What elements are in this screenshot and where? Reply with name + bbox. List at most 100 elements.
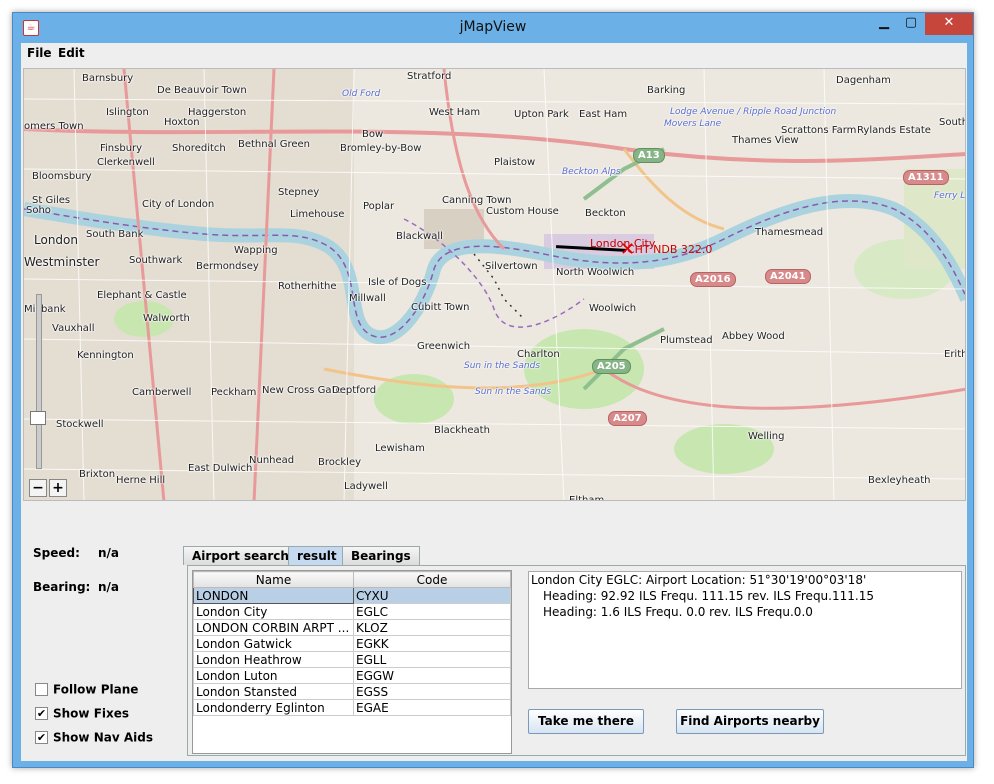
menu-file[interactable]: File [27,46,52,60]
map-place-label: Beckton [585,208,626,219]
show-nav-aids-checkbox[interactable]: ✔ [35,731,48,744]
map-place-label: Shoreditch [172,143,226,154]
map-place-label: Blackheath [434,425,490,436]
table-row[interactable]: London Luton EGGW [193,667,511,684]
map-place-label: Bermondsey [196,261,259,272]
airport-name-cell[interactable]: LONDON CORBIN ARPT ... [193,619,354,636]
map-place-label: Islington [106,107,149,118]
tab-bearings[interactable]: Bearings [342,546,420,565]
detail-location-line: London City EGLC: Airport Location: 51°3… [531,573,867,587]
map-place-label: Peckham [211,387,257,398]
menu-edit[interactable]: Edit [58,46,85,60]
map-place-label: Deptford [332,385,377,396]
map-place-label: Plumstead [660,335,713,346]
map-place-label: Bow [362,129,384,140]
detail-heading-line: Heading: 92.92 ILS Frequ. 111.15 rev. IL… [543,589,874,603]
airport-code-cell[interactable]: EGKK [353,635,511,652]
bearing-value: n/a [98,580,120,594]
map-place-label: Ladywell [344,481,388,492]
table-row[interactable]: LONDON CORBIN ARPT ... KLOZ [193,619,511,636]
take-me-there-button[interactable]: Take me there [528,709,644,734]
map-place-label: Clerkenwell [97,157,155,168]
map-place-label: Upton Park [514,109,569,120]
app-window: ☕ jMapView ▁ ▢ ✕ File Edit Barnsbury De … [12,12,974,768]
map-place-label: Erith [944,349,966,360]
map-place-label: Vauxhall [52,323,95,334]
airport-code-cell[interactable]: EGSS [353,683,511,700]
close-button[interactable]: ✕ [925,13,973,35]
follow-plane-checkbox[interactable] [35,683,48,696]
airport-code-cell[interactable]: EGLC [353,603,511,620]
airport-code-cell[interactable]: CYXU [353,587,511,604]
airport-marker-icon[interactable]: ✕ [620,241,635,259]
ndb-label: CHT NDB 322.0 [627,243,713,256]
airport-name-cell[interactable]: London Luton [193,667,354,684]
airport-code-cell[interactable]: KLOZ [353,619,511,636]
airport-name-cell[interactable]: London Gatwick [193,635,354,652]
map-place-label: Brockley [318,457,362,468]
column-header-name[interactable]: Name [193,571,354,588]
table-row[interactable]: LONDON CYXU [193,587,511,604]
map-place-label: Sun in the Sands [475,387,552,397]
road-number-shield: A1311 [903,170,949,185]
minimize-button[interactable]: ▁ [870,13,898,35]
map-place-label: Greenwich [417,341,471,352]
airport-table[interactable]: Name Code LONDON CYXU London City EGLC LONDO… [192,570,512,754]
show-fixes-checkbox[interactable]: ✔ [35,707,48,720]
airport-code-cell[interactable]: EGAE [353,699,511,716]
map-place-label: Bromley-by-Bow [340,143,422,154]
map-place-label: West Ham [429,107,481,118]
airport-name-cell[interactable]: London City [193,603,354,620]
map-place-label: New Cross Gate [262,385,342,396]
map-place-label: Bloomsbury [32,171,92,182]
title-bar[interactable]: ☕ jMapView ▁ ▢ ✕ [13,13,973,43]
map-place-label: Thamesmead [755,227,824,238]
table-row[interactable]: London City EGLC [193,603,511,620]
speed-label: Speed: [33,546,80,560]
map-place-label: Silvertown [485,261,538,272]
airport-code-cell[interactable]: EGLL [353,651,511,668]
airport-name-cell[interactable]: LONDON [193,587,354,604]
map-place-label: Isle of Dogs [368,277,427,288]
zoom-slider[interactable] [36,294,42,469]
show-fixes-option[interactable]: ✔ Show Fixes [35,706,129,721]
table-row[interactable]: London Gatwick EGKK [193,635,511,652]
maximize-button[interactable]: ▢ [897,13,925,35]
tab-airport-search[interactable]: Airport search [183,546,298,565]
client-area: File Edit Barnsbury De Beauvoir Town Str… [21,43,967,761]
table-row[interactable]: London Stansted EGSS [193,683,511,700]
airport-details-text[interactable]: London City EGLC: Airport Location: 51°3… [528,571,962,689]
show-nav-aids-label: Show Nav Aids [53,730,153,745]
speed-value: n/a [98,546,120,560]
window-title: jMapView [459,19,527,35]
map-place-label: London [34,233,78,247]
tab-result[interactable]: result [288,546,346,565]
show-nav-aids-option[interactable]: ✔ Show Nav Aids [35,730,153,745]
airport-name-cell[interactable]: London Heathrow [193,651,354,668]
map-place-label: City of London [142,199,215,210]
airport-code-cell[interactable]: EGGW [353,667,511,684]
airport-name-cell[interactable]: Londonderry Eglinton [193,699,354,716]
zoom-in-button[interactable]: + [49,479,67,497]
road-number-shield: A2016 [690,272,736,287]
show-fixes-label: Show Fixes [53,706,130,721]
map-place-label: Beckton Alps [562,167,621,177]
find-airports-nearby-button[interactable]: Find Airports nearby [676,709,824,734]
zoom-slider-thumb[interactable] [30,411,46,425]
map-place-label: Millwall [349,293,386,304]
map-place-label: Hoxton [164,117,200,128]
airport-name-cell[interactable]: London Stansted [193,683,354,700]
map-place-label: Dagenham [836,75,891,86]
bearing-label: Bearing: [33,580,91,594]
map-place-label: Barking [647,85,686,96]
map-view[interactable]: Barnsbury De Beauvoir Town Stratford Barkin… [23,68,966,501]
table-row[interactable]: London Heathrow EGLL [193,651,511,668]
map-place-label: Plaistow [494,157,536,168]
map-place-label: Bexleyheath [868,475,931,486]
follow-plane-option[interactable]: Follow Plane [35,682,138,697]
map-place-label: Camberwell [132,387,192,398]
table-row[interactable]: Londonderry Eglinton EGAE [193,699,511,716]
zoom-out-button[interactable]: − [29,479,47,497]
column-header-code[interactable]: Code [353,571,511,588]
map-place-label: Soho [26,205,51,216]
